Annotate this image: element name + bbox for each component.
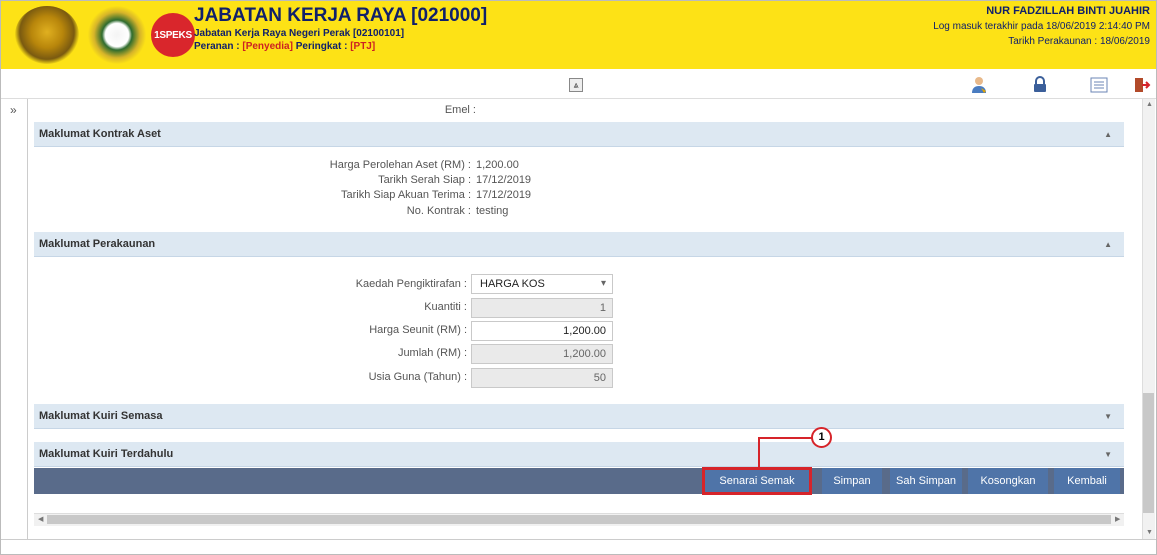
user-name: NUR FADZILLAH BINTI JUAHIR <box>986 5 1150 17</box>
footer <box>1 539 1156 554</box>
section-title: Maklumat Kuiri Terdahulu <box>39 448 174 460</box>
section-title: Maklumat Kuiri Semasa <box>39 410 163 422</box>
scroll-left-icon[interactable]: ◀ <box>38 515 43 523</box>
section-title: Maklumat Perakaunan <box>39 238 156 250</box>
scroll-up-icon[interactable]: ▲ <box>1146 101 1153 108</box>
expand-sidebar-icon[interactable]: » <box>10 103 17 117</box>
no-kontrak-value: testing <box>476 205 509 217</box>
section-title: Maklumat Kontrak Aset <box>39 128 161 140</box>
action-bar: Senarai Semak Simpan Sah Simpan Kosongka… <box>34 467 1124 495</box>
lock-icon[interactable] <box>1031 76 1049 94</box>
section-kuiri-terdahulu[interactable]: Maklumat Kuiri Terdahulu ▼ <box>34 442 1124 467</box>
collapse-caret-icon[interactable]: ▲ <box>1104 122 1112 147</box>
collapse-header-button[interactable]: ⩓ <box>569 78 583 92</box>
harga-perolehan-value: 1,200.00 <box>476 159 519 171</box>
expand-caret-icon[interactable]: ▼ <box>1104 404 1112 429</box>
email-label: Emel : <box>444 104 476 116</box>
section-kontrak-aset[interactable]: Maklumat Kontrak Aset ▲ <box>34 122 1124 147</box>
logout-icon[interactable] <box>1133 76 1151 94</box>
section-kuiri-semasa[interactable]: Maklumat Kuiri Semasa ▼ <box>34 404 1124 429</box>
horizontal-scroll-thumb[interactable] <box>47 515 1111 524</box>
kembali-button[interactable]: Kembali <box>1054 468 1120 494</box>
annotation-line <box>758 437 760 469</box>
sah-simpan-button[interactable]: Sah Simpan <box>890 468 962 494</box>
state-crest-logo <box>15 6 79 64</box>
usia-guna-field: 50 <box>471 368 613 388</box>
role-label: Peranan : <box>194 41 240 52</box>
jumlah-field: 1,200.00 <box>471 344 613 364</box>
accounting-date: Tarikh Perakaunan : 18/06/2019 <box>1008 36 1150 47</box>
level-label: Peringkat : <box>295 41 348 52</box>
last-login: Log masuk terakhir pada 18/06/2019 2:14:… <box>933 21 1150 32</box>
collapse-caret-icon[interactable]: ▲ <box>1104 232 1112 257</box>
list-view-icon[interactable] <box>1090 76 1108 94</box>
senarai-semak-button[interactable]: Senarai Semak <box>702 467 812 495</box>
section-perakaunan[interactable]: Maklumat Perakaunan ▲ <box>34 232 1124 257</box>
kuantiti-label: Kuantiti : <box>424 301 467 313</box>
usia-guna-label: Usia Guna (Tahun) : <box>368 371 467 383</box>
user-profile-icon[interactable] <box>970 76 988 94</box>
kaedah-selected: HARGA KOS <box>480 278 545 290</box>
tarikh-akuan-label: Tarikh Siap Akuan Terima : <box>340 189 471 201</box>
kaedah-label: Kaedah Pengiktirafan : <box>355 278 467 290</box>
level-value: [PTJ] <box>350 41 376 52</box>
tarikh-serah-value: 17/12/2019 <box>476 174 532 186</box>
simpan-button[interactable]: Simpan <box>822 468 882 494</box>
jkr-logo <box>87 6 147 64</box>
jumlah-label: Jumlah (RM) : <box>397 347 467 359</box>
role-level: Peranan : [Penyedia] Peringkat : [PTJ] <box>194 41 375 52</box>
scroll-right-icon[interactable]: ▶ <box>1115 515 1120 523</box>
scroll-down-icon[interactable]: ▼ <box>1146 529 1153 536</box>
annotation-marker: 1 <box>811 427 832 448</box>
kaedah-select[interactable]: HARGA KOS ▾ <box>471 274 613 294</box>
chevron-down-icon: ▾ <box>600 278 606 289</box>
no-kontrak-label: No. Kontrak : <box>406 205 471 217</box>
page-title: JABATAN KERJA RAYA [021000] <box>194 5 488 26</box>
harga-perolehan-label: Harga Perolehan Aset (RM) : <box>329 159 471 171</box>
app-window: 1SPEKS JABATAN KERJA RAYA [021000] Jabat… <box>0 0 1157 555</box>
kuantiti-field: 1 <box>471 298 613 318</box>
kosongkan-button[interactable]: Kosongkan <box>968 468 1048 494</box>
department-name: Jabatan Kerja Raya Negeri Perak [0210010… <box>194 28 405 39</box>
tarikh-akuan-value: 17/12/2019 <box>476 189 532 201</box>
tarikh-serah-label: Tarikh Serah Siap : <box>378 174 471 186</box>
expand-caret-icon[interactable]: ▼ <box>1104 442 1112 467</box>
vertical-scroll-thumb[interactable] <box>1143 393 1154 513</box>
role-value: [Penyedia] <box>242 41 293 52</box>
annotation-line <box>758 437 812 439</box>
side-rail <box>1 99 28 539</box>
harga-seunit-label: Harga Seunit (RM) : <box>369 324 467 336</box>
harga-seunit-input[interactable]: 1,200.00 <box>471 321 613 341</box>
ispeks-logo: 1SPEKS <box>151 13 195 57</box>
